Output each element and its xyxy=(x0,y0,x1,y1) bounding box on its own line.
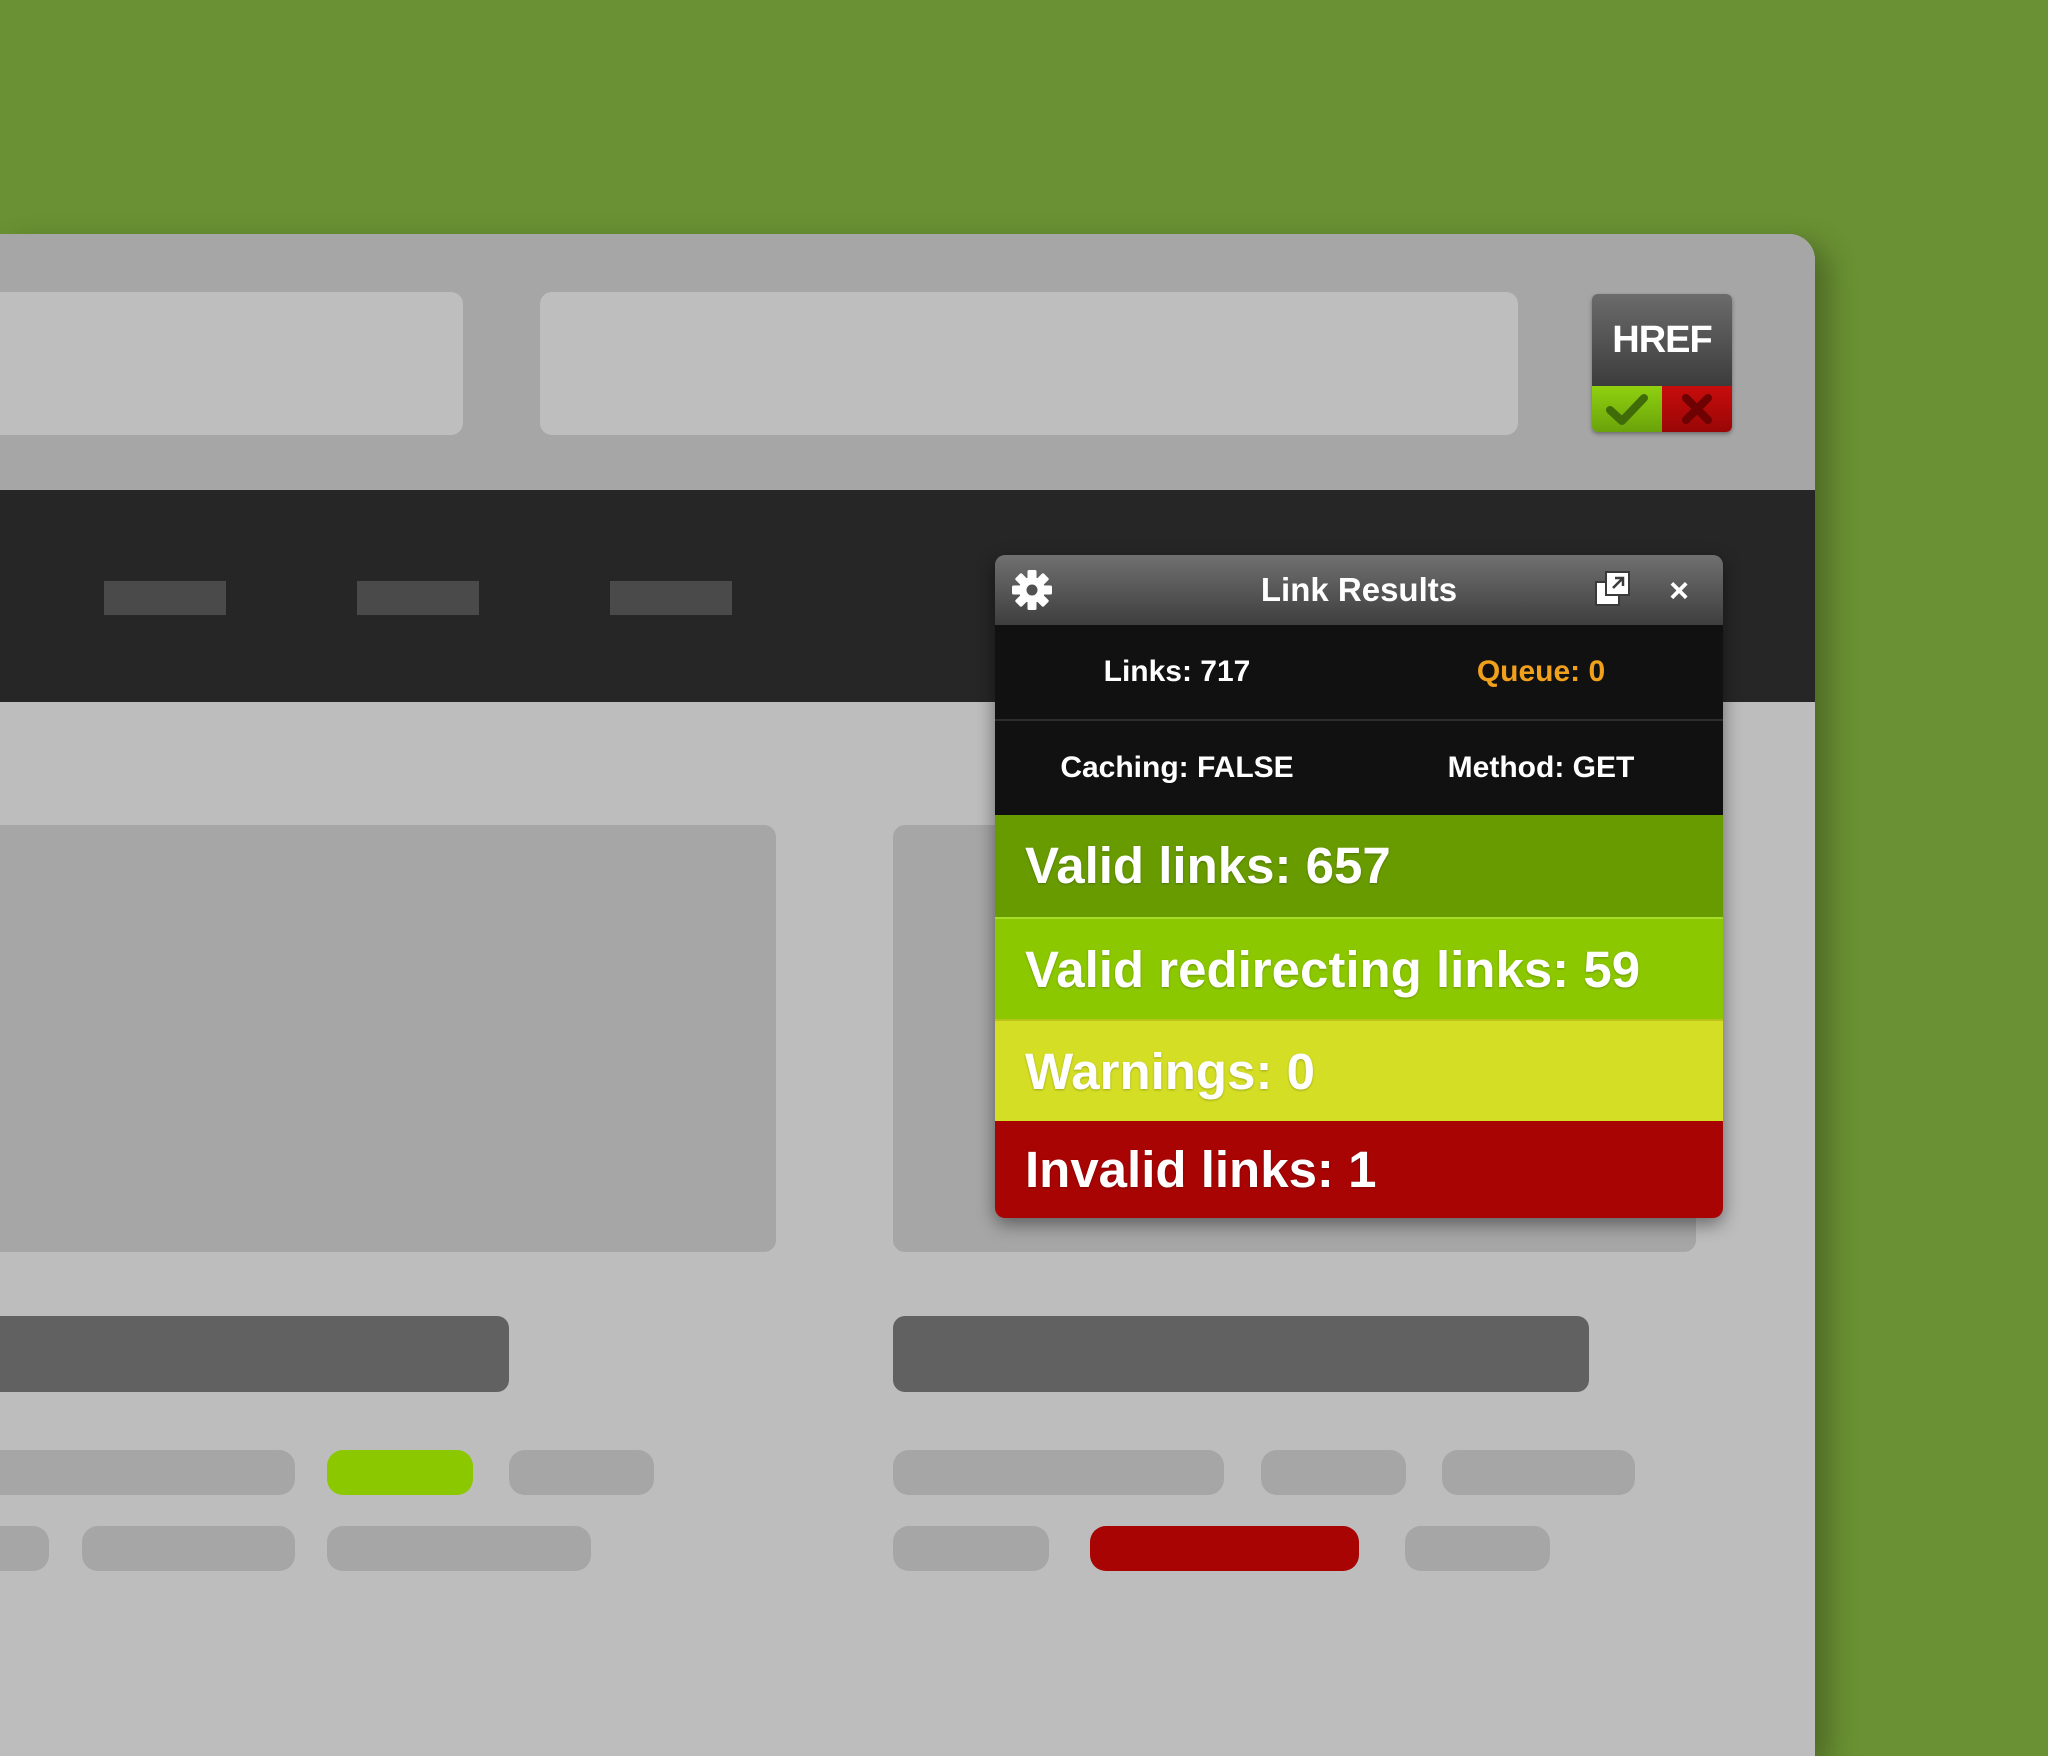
link-placeholder xyxy=(0,1526,49,1571)
link-placeholder xyxy=(1442,1450,1635,1495)
link-results-panel: Link Results × Links: 717 Queue: 0 Cachi… xyxy=(995,555,1723,1218)
link-placeholder xyxy=(893,1450,1224,1495)
x-icon xyxy=(1662,386,1732,432)
browser-toolbar xyxy=(0,234,1815,490)
headline-placeholder xyxy=(893,1316,1589,1392)
settings-row: Caching: FALSE Method: GET xyxy=(995,721,1723,815)
method-status: Method: GET xyxy=(1447,751,1635,784)
stats-row: Links: 717 Queue: 0 xyxy=(995,625,1723,721)
link-placeholder xyxy=(509,1450,654,1495)
invalid-links-row[interactable]: Invalid links: 1 xyxy=(995,1121,1723,1218)
nav-item-placeholder xyxy=(610,581,732,615)
nav-item-placeholder xyxy=(104,581,226,615)
content-card-placeholder xyxy=(0,825,776,1252)
link-placeholder xyxy=(82,1526,295,1571)
search-field-placeholder xyxy=(540,292,1518,435)
nav-item-placeholder xyxy=(357,581,479,615)
queue-count: Queue: 0 xyxy=(1476,655,1606,688)
warnings-row[interactable]: Warnings: 0 xyxy=(995,1019,1723,1121)
gear-icon[interactable] xyxy=(1009,567,1055,613)
headline-placeholder xyxy=(0,1316,509,1392)
valid-link-highlight xyxy=(327,1450,473,1495)
link-placeholder xyxy=(0,1450,295,1495)
popout-icon[interactable] xyxy=(1593,569,1633,609)
checkmark-icon xyxy=(1592,386,1662,432)
link-placeholder xyxy=(1261,1450,1406,1495)
address-field-placeholder xyxy=(0,292,463,435)
valid-links-row[interactable]: Valid links: 657 xyxy=(995,815,1723,917)
links-count: Links: 717 xyxy=(1103,655,1251,688)
href-button-label: HREF xyxy=(1592,294,1732,386)
link-placeholder xyxy=(1405,1526,1550,1571)
link-placeholder xyxy=(893,1526,1049,1571)
redirecting-links-row[interactable]: Valid redirecting links: 59 xyxy=(995,917,1723,1019)
panel-title: Link Results xyxy=(1260,571,1458,608)
href-extension-button[interactable]: HREF xyxy=(1592,294,1732,432)
close-icon[interactable]: × xyxy=(1657,569,1701,613)
invalid-link-highlight xyxy=(1090,1526,1359,1571)
caching-status: Caching: FALSE xyxy=(1060,751,1294,784)
link-placeholder xyxy=(327,1526,591,1571)
panel-header: Link Results × xyxy=(995,555,1723,625)
